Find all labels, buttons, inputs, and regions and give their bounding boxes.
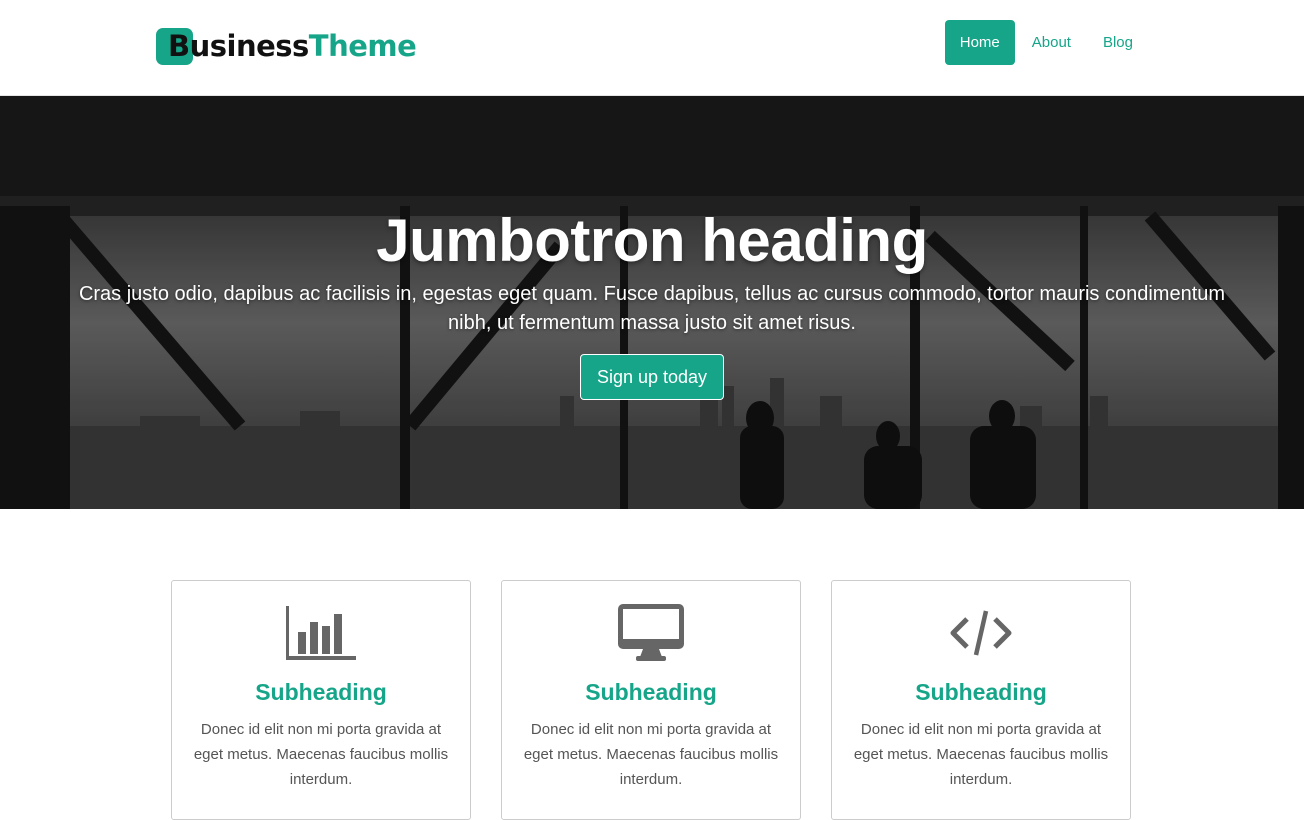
nav-blog-link[interactable]: Blog (1088, 20, 1148, 65)
jumbotron-heading: Jumbotron heading (376, 207, 928, 274)
features-row: Subheading Donec id elit non mi porta gr… (171, 580, 1131, 820)
logo-mark: BusinessTheme (156, 27, 417, 65)
feature-heading: Subheading (585, 679, 717, 705)
bar-chart-icon (172, 599, 470, 667)
nav-home-link[interactable]: Home (944, 20, 1015, 65)
jumbotron-lead-text: Cras justo odio, dapibus ac facilisis in… (78, 283, 1226, 334)
brand-name-part1: Business (168, 29, 309, 63)
feature-card: Subheading Donec id elit non mi porta gr… (171, 580, 471, 820)
jumbotron: Jumbotron heading Cras justo odio, dapib… (0, 96, 1304, 509)
feature-heading: Subheading (915, 679, 1047, 705)
sign-up-button[interactable]: Sign up today (579, 354, 725, 400)
brand-name-part2: Theme (308, 29, 417, 63)
nav-about-link[interactable]: About (1017, 20, 1086, 65)
feature-heading: Subheading (255, 679, 387, 705)
desktop-monitor-icon (502, 599, 800, 667)
brand-logo[interactable]: BusinessTheme (156, 27, 417, 65)
code-icon (832, 599, 1130, 667)
main-nav: Home About Blog (943, 20, 1148, 65)
feature-card: Subheading Donec id elit non mi porta gr… (501, 580, 801, 820)
feature-text: Donec id elit non mi porta gravida at eg… (853, 721, 1109, 788)
navbar: BusinessTheme Home About Blog (0, 0, 1304, 96)
feature-text: Donec id elit non mi porta gravida at eg… (193, 721, 449, 788)
feature-text: Donec id elit non mi porta gravida at eg… (523, 721, 779, 788)
feature-card: Subheading Donec id elit non mi porta gr… (831, 580, 1131, 820)
